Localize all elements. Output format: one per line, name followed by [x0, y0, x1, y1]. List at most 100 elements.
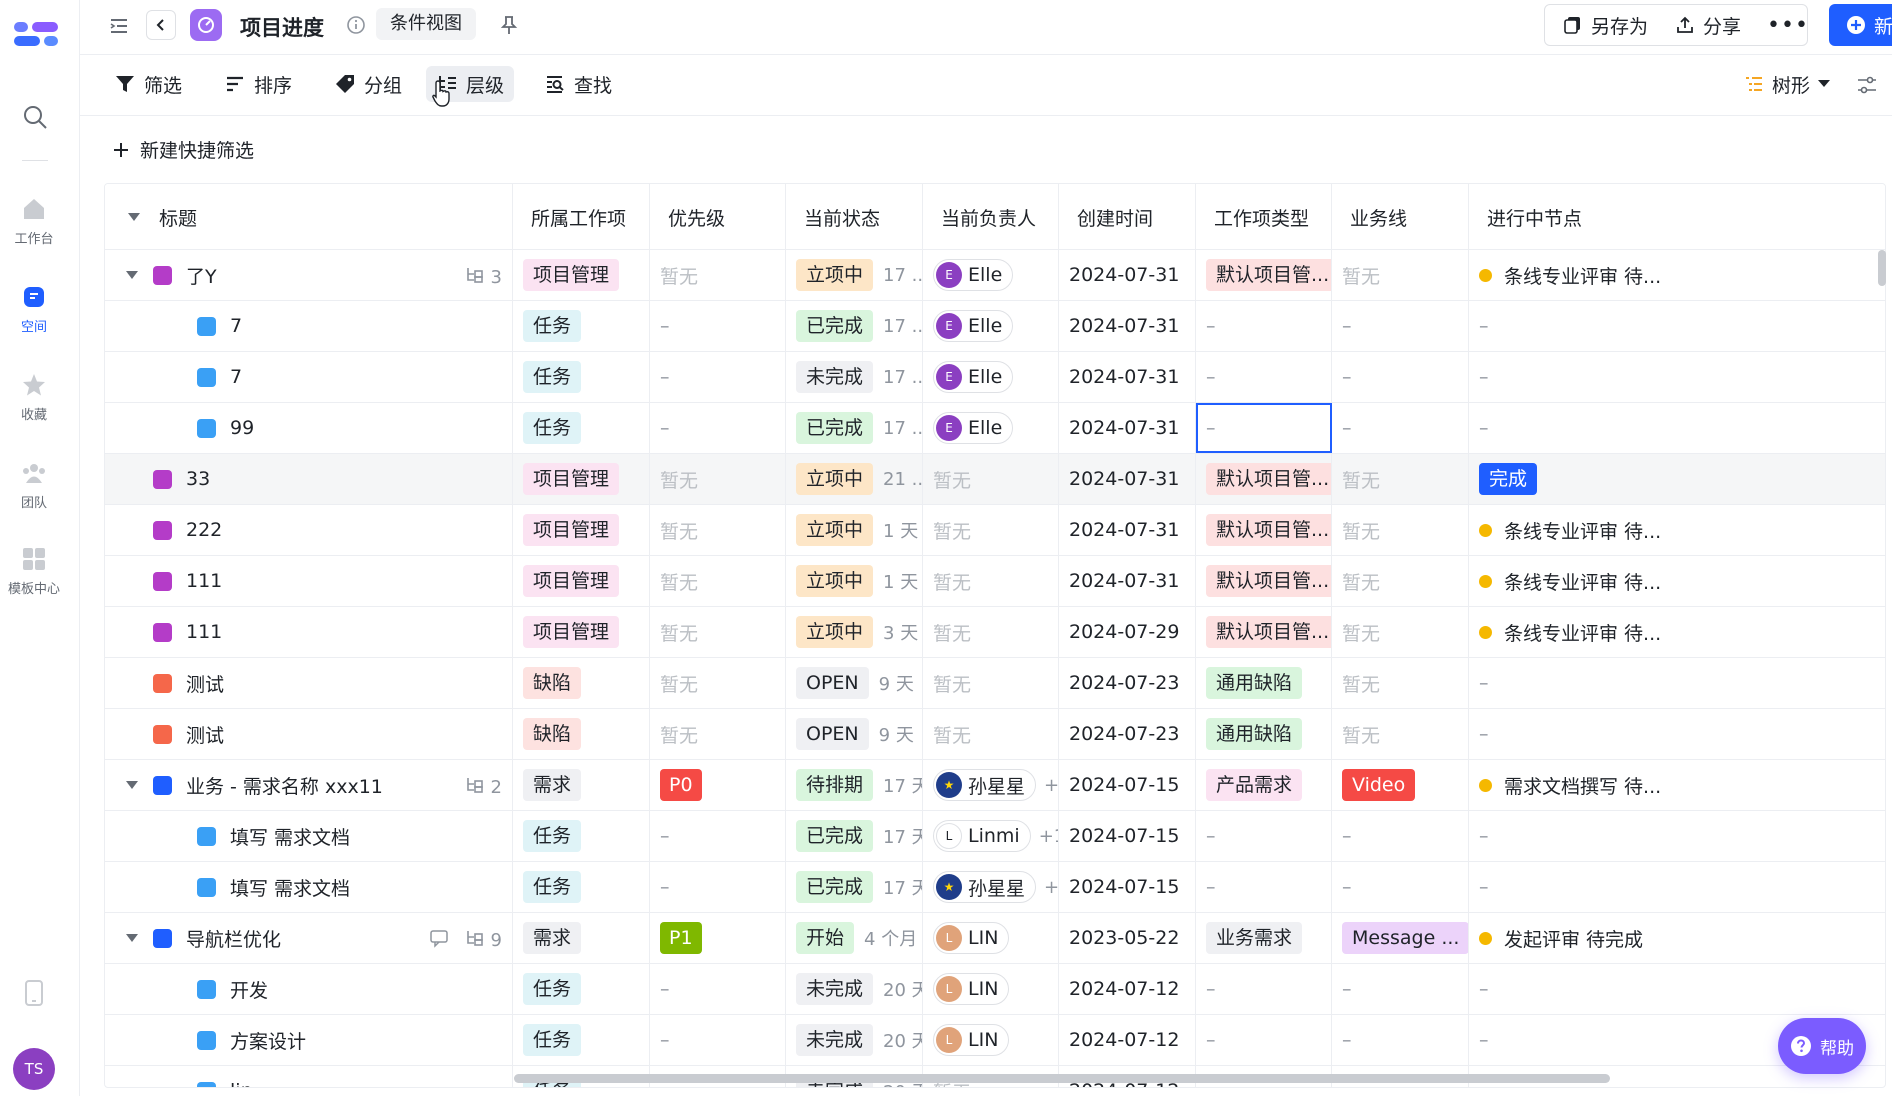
status-cell[interactable]: 立项中 3 天 — [786, 607, 923, 657]
work-item-title[interactable]: 方案设计 — [230, 1027, 306, 1054]
active-node-cell[interactable]: 条线专业评审 待... — [1469, 250, 1885, 300]
work-item-type-cell[interactable]: 通用缺陷 — [1196, 709, 1332, 759]
created-date-cell[interactable]: 2024-07-31 — [1059, 454, 1196, 504]
table-row[interactable]: 业务 - 需求名称 xxx11 2 需求 P0 待排期 17 天 ★ 孙星星 +1 2024-07… — [105, 760, 1885, 811]
table-row[interactable]: 7 任务 – 未完成 17 ... E Elle 2024-07-31 – – – — [105, 352, 1885, 403]
owner-chip[interactable]: L LIN — [933, 922, 1010, 954]
work-item-category-cell[interactable]: 缺陷 — [513, 709, 650, 759]
column-header-item[interactable]: 所属工作项 — [513, 184, 650, 250]
status-cell[interactable]: 已完成 17 天 — [786, 862, 923, 912]
owner-cell[interactable]: 暂无 — [923, 658, 1059, 708]
priority-cell[interactable]: 暂无 — [650, 556, 786, 606]
priority-cell[interactable]: – — [650, 403, 786, 453]
active-node-cell[interactable]: – — [1469, 964, 1885, 1014]
table-row[interactable]: 33 项目管理 暂无 立项中 21 ... 暂无 2024-07-31 默认项目管... 暂无 完… — [105, 454, 1885, 505]
search-icon[interactable] — [22, 104, 48, 130]
priority-cell[interactable]: 暂无 — [650, 250, 786, 300]
work-item-type-cell[interactable]: 产品需求 — [1196, 760, 1332, 810]
column-header-created[interactable]: 创建时间 — [1059, 184, 1196, 250]
title-cell[interactable]: 方案设计 — [105, 1015, 513, 1065]
work-item-title[interactable]: 111 — [186, 621, 222, 643]
owner-cell[interactable]: L Linmi +1 — [923, 811, 1059, 861]
created-date-cell[interactable]: 2023-05-22 — [1059, 913, 1196, 963]
more-button[interactable]: ••• — [1767, 5, 1809, 45]
work-item-title[interactable]: 了Y — [186, 262, 217, 289]
work-item-type-cell[interactable]: – — [1196, 964, 1332, 1014]
status-cell[interactable]: 待排期 17 天 — [786, 760, 923, 810]
priority-cell[interactable]: P1 — [650, 913, 786, 963]
business-line-cell[interactable]: 暂无 — [1332, 505, 1469, 555]
table-row[interactable]: 测试 缺陷 暂无 OPEN 9 天暂无 2024-07-23 通用缺陷 暂无 – — [105, 709, 1885, 760]
work-item-type-cell[interactable]: 业务需求 — [1196, 913, 1332, 963]
business-line-cell[interactable]: – — [1332, 862, 1469, 912]
business-line-cell[interactable]: 暂无 — [1332, 556, 1469, 606]
expand-caret-icon[interactable] — [125, 268, 139, 282]
work-item-title[interactable]: 测试 — [186, 670, 224, 697]
work-item-title[interactable]: 7 — [230, 366, 242, 388]
owner-chip[interactable]: ★ 孙星星 — [933, 769, 1037, 801]
work-item-type-cell[interactable]: – — [1196, 403, 1332, 453]
owner-cell[interactable]: E Elle — [923, 301, 1059, 351]
back-button[interactable] — [146, 10, 176, 40]
work-item-category-cell[interactable]: 项目管理 — [513, 505, 650, 555]
owner-chip[interactable]: ★ 孙星星 — [933, 871, 1037, 903]
work-item-title[interactable]: 33 — [186, 468, 210, 490]
table-row[interactable]: 了Y 3 项目管理 暂无 立项中 17 ... E Elle 2024-07-31 默认项目管..… — [105, 250, 1885, 301]
work-item-title[interactable]: 测试 — [186, 721, 224, 748]
active-node-cell[interactable]: – — [1469, 301, 1885, 351]
work-item-category-cell[interactable]: 缺陷 — [513, 658, 650, 708]
business-line-cell[interactable]: – — [1332, 1015, 1469, 1065]
work-item-title[interactable]: 填写 需求文档 — [230, 874, 350, 901]
title-cell[interactable]: 填写 需求文档 — [105, 811, 513, 861]
title-cell[interactable]: 99 — [105, 403, 513, 453]
status-cell[interactable]: 立项中 1 天 — [786, 556, 923, 606]
owner-cell[interactable]: 暂无 — [923, 454, 1059, 504]
owner-cell[interactable]: L LIN — [923, 964, 1059, 1014]
priority-cell[interactable]: – — [650, 811, 786, 861]
group-button[interactable]: 分组 — [324, 66, 412, 102]
work-item-type-cell[interactable]: 通用缺陷 — [1196, 658, 1332, 708]
priority-cell[interactable]: 暂无 — [650, 658, 786, 708]
work-item-type-cell[interactable]: – — [1196, 352, 1332, 402]
priority-cell[interactable]: – — [650, 862, 786, 912]
work-item-type-cell[interactable]: 默认项目管... — [1196, 505, 1332, 555]
active-node-cell[interactable]: 需求文档撰写 待... — [1469, 760, 1885, 810]
subitem-count[interactable]: 3 — [465, 265, 502, 290]
title-cell[interactable]: 业务 - 需求名称 xxx11 2 — [105, 760, 513, 810]
owner-cell[interactable]: 暂无 — [923, 505, 1059, 555]
subitem-count[interactable]: 9 — [429, 928, 502, 953]
work-item-type-cell[interactable]: 默认项目管... — [1196, 556, 1332, 606]
business-line-cell[interactable]: 暂无 — [1332, 454, 1469, 504]
work-item-title[interactable]: lin — [230, 1080, 253, 1087]
title-cell[interactable]: lin — [105, 1066, 513, 1087]
user-avatar[interactable]: TS — [13, 1048, 55, 1090]
new-quick-filter-button[interactable]: 新建快捷筛选 — [112, 136, 254, 163]
status-cell[interactable]: 立项中 17 ... — [786, 250, 923, 300]
created-date-cell[interactable]: 2024-07-31 — [1059, 556, 1196, 606]
business-line-cell[interactable]: 暂无 — [1332, 250, 1469, 300]
table-row[interactable]: 111 项目管理 暂无 立项中 1 天暂无 2024-07-31 默认项目管... 暂无 条线专… — [105, 556, 1885, 607]
table-row[interactable]: 导航栏优化 9 需求 P1 开始 4 个月 L LIN 2023-05-22 业务需求 Messag… — [105, 913, 1885, 964]
view-mode-select[interactable]: 树形 — [1744, 66, 1830, 102]
business-line-cell[interactable]: Video — [1332, 760, 1469, 810]
table-row[interactable]: 测试 缺陷 暂无 OPEN 9 天暂无 2024-07-23 通用缺陷 暂无 – — [105, 658, 1885, 709]
priority-cell[interactable]: P0 — [650, 760, 786, 810]
rail-item-space[interactable]: 空间 — [0, 284, 68, 335]
status-cell[interactable]: 未完成 17 ... — [786, 352, 923, 402]
priority-cell[interactable]: 暂无 — [650, 454, 786, 504]
save-as-button[interactable]: 另存为 — [1563, 5, 1648, 45]
work-item-category-cell[interactable]: 任务 — [513, 964, 650, 1014]
column-header-title[interactable]: 标题 — [105, 184, 513, 250]
owner-cell[interactable]: 暂无 — [923, 556, 1059, 606]
status-cell[interactable]: 立项中 21 ... — [786, 454, 923, 504]
created-date-cell[interactable]: 2024-07-29 — [1059, 607, 1196, 657]
active-node-cell[interactable]: – — [1469, 403, 1885, 453]
work-item-type-cell[interactable]: – — [1196, 301, 1332, 351]
created-date-cell[interactable]: 2024-07-31 — [1059, 301, 1196, 351]
table-row[interactable]: 99 任务 – 已完成 17 ... E Elle 2024-07-31 – – – — [105, 403, 1885, 454]
status-cell[interactable]: 已完成 17 ... — [786, 301, 923, 351]
priority-cell[interactable]: – — [650, 1015, 786, 1065]
business-line-cell[interactable]: 暂无 — [1332, 709, 1469, 759]
share-button[interactable]: 分享 — [1675, 5, 1741, 45]
business-line-cell[interactable]: 暂无 — [1332, 607, 1469, 657]
